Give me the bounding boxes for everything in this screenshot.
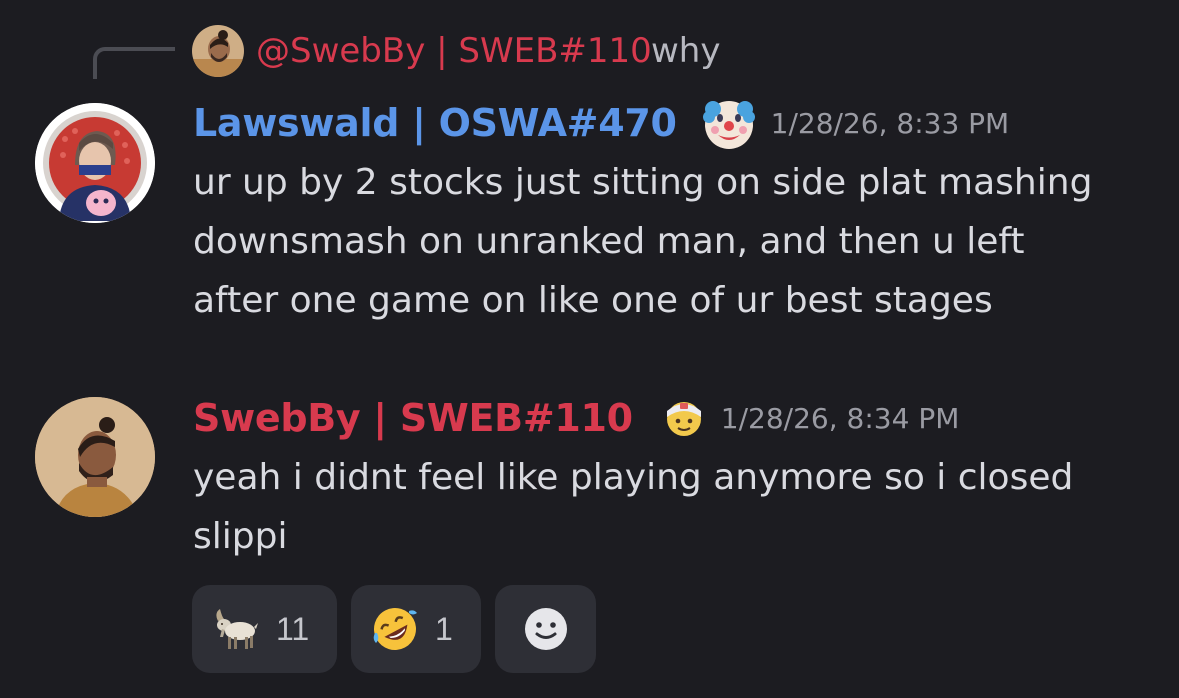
reactions-bar: 11 1: [192, 585, 596, 673]
message-line: ur up by 2 stocks just sitting on side p…: [193, 162, 1093, 203]
avatar[interactable]: [35, 103, 155, 223]
username[interactable]: Lawswald | OSWA#470: [193, 101, 677, 145]
message-line: yeah i didnt feel like playing anymore s…: [193, 457, 1074, 498]
add-reaction-button[interactable]: [495, 585, 596, 673]
reply-connector: [93, 47, 175, 79]
message-line: after one game on like one of ur best st…: [193, 280, 993, 321]
reaction-count: 1: [435, 610, 453, 647]
message-header: Lawswald | OSWA#470 1/28/26, 8:33 PM: [193, 96, 1009, 150]
reaction-button[interactable]: 1: [351, 585, 481, 673]
avatar[interactable]: [35, 397, 155, 517]
timestamp: 1/28/26, 8:33 PM: [770, 106, 1010, 140]
clown-face-icon[interactable]: [701, 95, 757, 151]
goat-icon: [210, 603, 262, 655]
message-line: slippi: [193, 516, 288, 557]
reply-text[interactable]: why: [651, 28, 720, 74]
reply-mention[interactable]: @SwebBy | SWEB#110: [256, 28, 652, 74]
reaction-button[interactable]: 11: [192, 585, 337, 673]
message-content: yeah i didnt feel like playing anymore s…: [193, 448, 1153, 566]
message-header: SwebBy | SWEB#110 1/28/26, 8:34 PM: [193, 391, 959, 445]
face-with-head-bandage-icon[interactable]: [663, 397, 705, 439]
timestamp: 1/28/26, 8:34 PM: [720, 401, 960, 435]
reaction-count: 11: [276, 610, 310, 647]
rolling-on-floor-laughing-icon: [369, 603, 421, 655]
username[interactable]: SwebBy | SWEB#110: [193, 396, 633, 440]
add-reaction-icon: [520, 603, 572, 655]
chat-view: @SwebBy | SWEB#110 why Lawswald | OSWA#4…: [0, 0, 1179, 698]
reply-avatar[interactable]: [192, 25, 244, 77]
message-content: ur up by 2 stocks just sitting on side p…: [193, 153, 1153, 330]
message-line: downsmash on unranked man, and then u le…: [193, 221, 1025, 262]
